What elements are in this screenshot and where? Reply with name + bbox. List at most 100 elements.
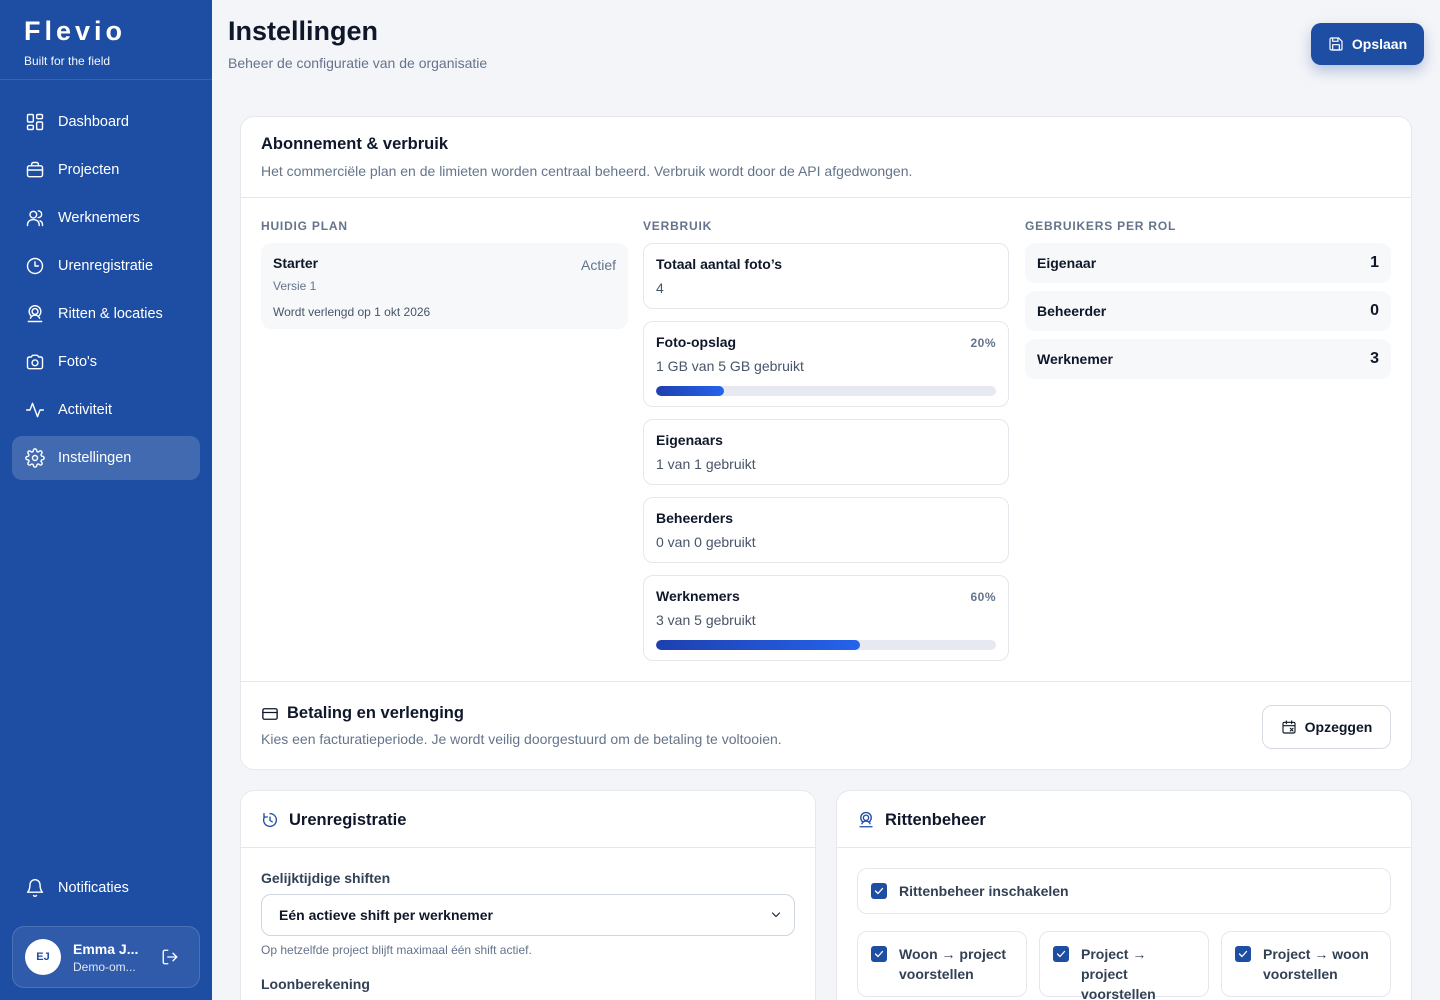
sidebar-item-activiteit[interactable]: Activiteit	[12, 388, 200, 432]
concurrent-shifts-help: Op hetzelfde project blijft maximaal één…	[261, 943, 532, 957]
sidebar-item-fotos[interactable]: Foto's	[12, 340, 200, 384]
user-card[interactable]: EJ Emma J... Demo-om...	[12, 926, 200, 988]
sidebar-item-instellingen[interactable]: Instellingen	[12, 436, 200, 480]
usage-label: VERBRUIK	[643, 219, 713, 233]
usage-item-employees: Werknemers 60% 3 van 5 gebruikt	[643, 575, 1009, 661]
select-value: Eén actieve shift per werknemer	[279, 907, 493, 923]
sidebar-item-label: Urenregistratie	[58, 258, 154, 274]
usage-value: 3 van 5 gebruikt	[656, 612, 756, 628]
option-label-line2: voorstellen	[1081, 986, 1156, 1000]
subscription-description: Het commerciële plan en de limieten word…	[261, 163, 913, 179]
camera-icon	[25, 352, 45, 372]
sidebar-item-label: Dashboard	[58, 114, 129, 130]
logout-icon	[162, 949, 178, 965]
option-label: Project → project voorstellen	[1081, 944, 1196, 1000]
sidebar-item-ritten-locaties[interactable]: Ritten & locaties	[12, 292, 200, 336]
save-icon	[1329, 37, 1343, 51]
brand: Flevio Built for the field	[0, 0, 212, 80]
sidebar-item-urenregistratie[interactable]: Urenregistratie	[12, 244, 200, 288]
usage-percent: 20%	[970, 336, 996, 350]
check-icon	[1056, 950, 1066, 958]
checkbox-checked[interactable]	[871, 946, 887, 962]
option-label-line1: Woon → project	[899, 946, 1007, 962]
usage-percent: 60%	[970, 590, 996, 604]
map-pin-user-icon	[25, 304, 45, 324]
usage-title: Foto-opslag	[656, 334, 737, 350]
checkbox-checked[interactable]	[871, 883, 887, 899]
user-organization: Demo-om...	[73, 959, 136, 974]
map-pin-user-icon	[857, 811, 875, 829]
credit-card-icon	[261, 705, 279, 723]
plan-name: Starter	[273, 255, 319, 271]
trip-management-card: Rittenbeheer Rittenbeheer inschakelen Wo…	[836, 790, 1412, 1000]
role-count: 0	[1370, 302, 1379, 319]
usage-title: Eigenaars	[656, 432, 723, 448]
check-icon	[874, 950, 884, 958]
chevron-down-icon	[771, 912, 781, 918]
sidebar-item-label: Werknemers	[58, 210, 140, 226]
role-name: Werknemer	[1037, 351, 1114, 367]
plan-renewal: Wordt verlengd op 1 okt 2026	[273, 305, 431, 319]
sidebar-item-label: Instellingen	[58, 450, 132, 466]
page-subtitle: Beheer de configuratie van de organisati…	[228, 55, 488, 71]
payment-title: Betaling en verlenging	[287, 704, 464, 722]
brand-tagline: Built for the field	[24, 54, 111, 68]
save-button-label: Opslaan	[1351, 36, 1408, 52]
progress-bar-fill	[656, 386, 724, 396]
concurrent-shifts-select[interactable]: Eén actieve shift per werknemer	[261, 894, 795, 936]
sidebar-nav: Dashboard Projecten Werknemers Urenregis…	[12, 100, 200, 484]
concurrent-shifts-label: Gelijktijdige shiften	[261, 870, 391, 886]
trip-management-title: Rittenbeheer	[885, 811, 986, 829]
option-project-to-home[interactable]: Project → woon voorstellen	[1221, 931, 1391, 997]
divider	[241, 681, 1411, 682]
role-row-employee: Werknemer 3	[1025, 339, 1391, 379]
avatar: EJ	[25, 939, 61, 975]
notifications-section: Notificaties	[12, 866, 200, 914]
sidebar-item-label: Activiteit	[58, 402, 112, 418]
activity-icon	[25, 400, 45, 420]
sidebar-item-werknemers[interactable]: Werknemers	[12, 196, 200, 240]
check-icon	[1238, 950, 1248, 958]
clock-icon	[25, 256, 45, 276]
time-tracking-title: Urenregistratie	[289, 811, 407, 829]
subscription-title: Abonnement & verbruik	[261, 135, 449, 153]
check-icon	[874, 887, 884, 895]
time-tracking-card: Urenregistratie Gelijktijdige shiften Eé…	[240, 790, 816, 1000]
checkbox-checked[interactable]	[1053, 946, 1069, 962]
usage-item-owners: Eigenaars 1 van 1 gebruikt	[643, 419, 1009, 485]
usage-item-photos: Totaal aantal foto’s 4	[643, 243, 1009, 309]
cancel-subscription-button[interactable]: Opzeggen	[1262, 705, 1391, 749]
sidebar-item-label: Ritten & locaties	[58, 306, 163, 322]
sidebar-item-notificaties[interactable]: Notificaties	[12, 866, 200, 910]
option-label: Woon → project voorstellen	[899, 944, 1006, 984]
user-info: Emma J... Demo-om...	[73, 941, 147, 974]
role-name: Eigenaar	[1037, 255, 1097, 271]
enable-trips-checkbox[interactable]: Rittenbeheer inschakelen	[857, 868, 1391, 914]
users-icon	[25, 208, 45, 228]
role-row-admin: Beheerder 0	[1025, 291, 1391, 331]
option-label: Project → woon voorstellen	[1263, 944, 1369, 984]
option-project-to-project[interactable]: Project → project voorstellen	[1039, 931, 1209, 1000]
sidebar-item-label: Foto's	[58, 354, 98, 370]
sidebar-item-projecten[interactable]: Projecten	[12, 148, 200, 192]
bell-icon	[25, 878, 45, 898]
save-button[interactable]: Opslaan	[1311, 23, 1424, 65]
calendar-x-icon	[1282, 720, 1296, 734]
brand-logo[interactable]: Flevio	[24, 16, 188, 46]
progress-bar	[656, 386, 996, 396]
usage-value: 1 GB van 5 GB gebruikt	[656, 358, 804, 374]
sidebar-item-dashboard[interactable]: Dashboard	[12, 100, 200, 144]
option-home-to-project[interactable]: Woon → project voorstellen	[857, 931, 1027, 997]
progress-bar	[656, 640, 996, 650]
usage-item-photo-storage: Foto-opslag 20% 1 GB van 5 GB gebruikt	[643, 321, 1009, 407]
plan-version: Versie 1	[273, 279, 317, 293]
option-label-line1: Project → woon	[1263, 946, 1369, 962]
usage-item-admins: Beheerders 0 van 0 gebruikt	[643, 497, 1009, 563]
logout-button[interactable]	[159, 946, 181, 968]
divider	[241, 847, 815, 848]
checkbox-label: Rittenbeheer inschakelen	[899, 883, 1069, 899]
sidebar-item-label: Projecten	[58, 162, 120, 178]
checkbox-checked[interactable]	[1235, 946, 1251, 962]
usage-title: Totaal aantal foto’s	[656, 256, 783, 272]
usage-value: 1 van 1 gebruikt	[656, 456, 756, 472]
